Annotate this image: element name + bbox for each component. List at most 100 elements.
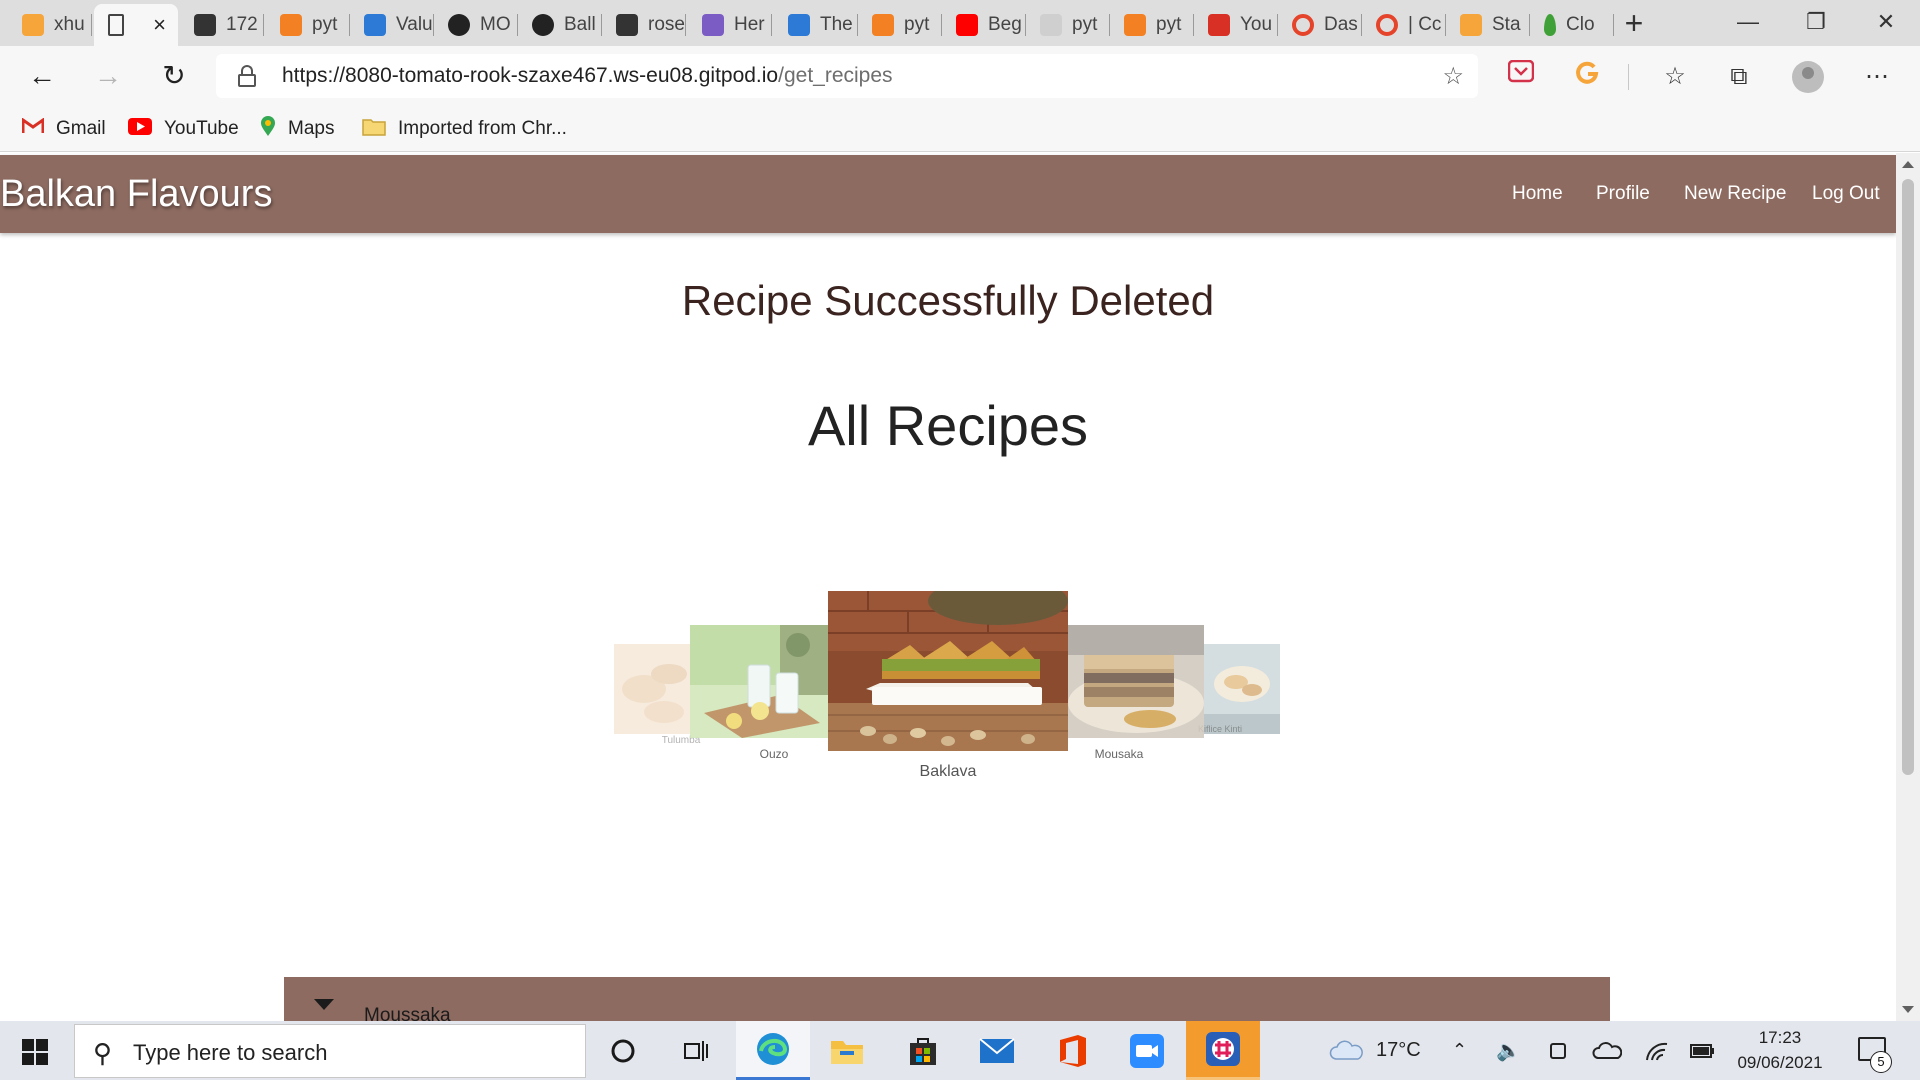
browser-tab[interactable]: xhu: [8, 4, 92, 46]
slack-icon[interactable]: [1186, 1021, 1260, 1080]
pocket-extension-icon[interactable]: [1504, 59, 1538, 94]
new-tab-button[interactable]: +: [1616, 6, 1652, 42]
back-arrow-icon[interactable]: ←: [24, 58, 60, 94]
task-view-icon[interactable]: [660, 1021, 734, 1080]
site-brand-logo[interactable]: Balkan Flavours: [0, 173, 272, 216]
bookmark-label: Maps: [288, 118, 335, 139]
meet-now-icon[interactable]: [1548, 1021, 1568, 1080]
grammarly-extension-icon[interactable]: [1570, 60, 1604, 94]
browser-tab[interactable]: pyt: [858, 4, 942, 46]
profile-avatar-icon[interactable]: [1792, 61, 1824, 93]
tab-separator: [263, 14, 264, 36]
windows-start-icon[interactable]: [22, 1039, 48, 1065]
address-bar[interactable]: https://8080-tomato-rook-szaxe467.ws-eu0…: [216, 54, 1478, 98]
url-text[interactable]: https://8080-tomato-rook-szaxe467.ws-eu0…: [282, 64, 893, 88]
page-scrollbar[interactable]: [1896, 153, 1920, 1021]
browser-tab[interactable]: 172: [180, 4, 264, 46]
taskbar-search-box[interactable]: ⚲ Type here to search: [74, 1024, 586, 1078]
scroll-up-arrow-icon[interactable]: [1902, 161, 1914, 168]
expand-arrow-icon[interactable]: [314, 999, 334, 1010]
close-tab-icon[interactable]: ×: [153, 12, 166, 38]
browser-tab[interactable]: Clo: [1530, 4, 1614, 46]
tab-title: 172: [226, 14, 258, 35]
carousel-item-mousaka[interactable]: [1066, 625, 1204, 738]
github-icon: [448, 14, 470, 36]
bing-icon: [364, 14, 386, 36]
collections-icon[interactable]: ⧉: [1722, 60, 1756, 94]
browser-tab[interactable]: Sta: [1446, 4, 1530, 46]
maps-pin-icon: [260, 115, 276, 143]
page-title: All Recipes: [807, 394, 1089, 457]
scroll-down-arrow-icon[interactable]: [1902, 1006, 1914, 1013]
wifi-icon[interactable]: [1644, 1021, 1670, 1080]
tab-title: Beg: [988, 14, 1022, 35]
browser-tab[interactable]: | Cc: [1362, 4, 1446, 46]
clock-time: 17:23: [1758, 1028, 1802, 1047]
browser-tab[interactable]: rose: [602, 4, 686, 46]
browser-tab[interactable]: pyt: [1026, 4, 1110, 46]
browser-tab[interactable]: ×: [94, 4, 178, 46]
scrollbar-thumb[interactable]: [1902, 179, 1914, 775]
browser-tab[interactable]: Das: [1278, 4, 1362, 46]
stackoverflow-icon: [1124, 14, 1146, 36]
file-explorer-icon[interactable]: [810, 1021, 884, 1080]
add-favorite-icon[interactable]: ☆: [1442, 62, 1464, 91]
bookmark-youtube[interactable]: YouTube: [128, 116, 239, 142]
nav-link-home[interactable]: Home: [1512, 183, 1563, 205]
browser-tab[interactable]: You: [1194, 4, 1278, 46]
tab-separator: [91, 14, 92, 36]
battery-icon[interactable]: [1690, 1021, 1714, 1080]
restore-button[interactable]: ❐: [1782, 4, 1850, 40]
weather-widget[interactable]: 17°C: [1328, 1021, 1421, 1080]
store-icon[interactable]: [886, 1021, 960, 1080]
stackoverflow-icon: [280, 14, 302, 36]
site-navbar: Balkan Flavours Home Profile New Recipe …: [0, 155, 1896, 233]
nav-link-profile[interactable]: Profile: [1596, 183, 1650, 205]
browser-tab[interactable]: pyt: [1110, 4, 1194, 46]
carousel-item-tulumba[interactable]: [614, 644, 690, 734]
carousel-item-kiflice[interactable]: [1204, 644, 1280, 734]
more-menu-icon[interactable]: ⋯: [1860, 60, 1894, 94]
bookmark-imported-folder[interactable]: Imported from Chr...: [362, 116, 567, 142]
recipe-list-item[interactable]: Moussaka: [284, 977, 1610, 1021]
volume-icon[interactable]: 🔈: [1496, 1021, 1521, 1080]
carousel-item-baklava[interactable]: [828, 591, 1068, 751]
edge-icon[interactable]: [736, 1021, 810, 1080]
grammarly-icon: [1460, 14, 1482, 36]
browser-tab[interactable]: Ball: [518, 4, 602, 46]
forward-arrow-icon[interactable]: →: [90, 58, 126, 94]
github-icon: [532, 14, 554, 36]
nav-link-new-recipe[interactable]: New Recipe: [1684, 183, 1786, 205]
zoom-icon[interactable]: [1110, 1021, 1184, 1080]
browser-tab[interactable]: Beg: [942, 4, 1026, 46]
cortana-icon[interactable]: [586, 1021, 660, 1080]
browser-tab[interactable]: Her: [688, 4, 772, 46]
show-hidden-icons-chevron-icon[interactable]: ⌃: [1452, 1021, 1467, 1080]
minimize-button[interactable]: —: [1714, 4, 1782, 40]
windows-taskbar: ⚲ Type here to search 17°C ⌃ 🔈 17:23 09/…: [0, 1021, 1920, 1080]
opera-icon: [1292, 14, 1314, 36]
taskbar-clock[interactable]: 17:23 09/06/2021: [1716, 1025, 1844, 1075]
recipe-list-item-title: Moussaka: [364, 1005, 451, 1021]
lock-icon[interactable]: [238, 65, 256, 87]
bookmarks-bar: Gmail YouTube Maps Imported from Chr...: [0, 106, 1920, 152]
close-window-button[interactable]: ✕: [1852, 4, 1920, 40]
nav-link-log-out[interactable]: Log Out: [1812, 183, 1880, 205]
bookmark-maps[interactable]: Maps: [260, 116, 334, 142]
clock-date: 09/06/2021: [1737, 1053, 1823, 1072]
tab-separator: [685, 14, 686, 36]
onedrive-icon[interactable]: [1592, 1021, 1622, 1080]
browser-tab[interactable]: The: [774, 4, 858, 46]
carousel-item-ouzo[interactable]: [690, 625, 828, 738]
favorites-icon[interactable]: ☆: [1658, 60, 1692, 94]
browser-tab[interactable]: MO: [434, 4, 518, 46]
carousel-caption-mousaka: Mousaka: [1094, 747, 1144, 761]
stackoverflow-icon: [872, 14, 894, 36]
bookmark-gmail[interactable]: Gmail: [21, 116, 106, 142]
mail-icon[interactable]: [960, 1021, 1034, 1080]
browser-tab[interactable]: Valu: [350, 4, 434, 46]
ouzo-photo: [690, 625, 828, 738]
refresh-icon[interactable]: ↻: [156, 58, 192, 94]
office-icon[interactable]: [1036, 1021, 1110, 1080]
browser-tab[interactable]: pyt: [266, 4, 350, 46]
